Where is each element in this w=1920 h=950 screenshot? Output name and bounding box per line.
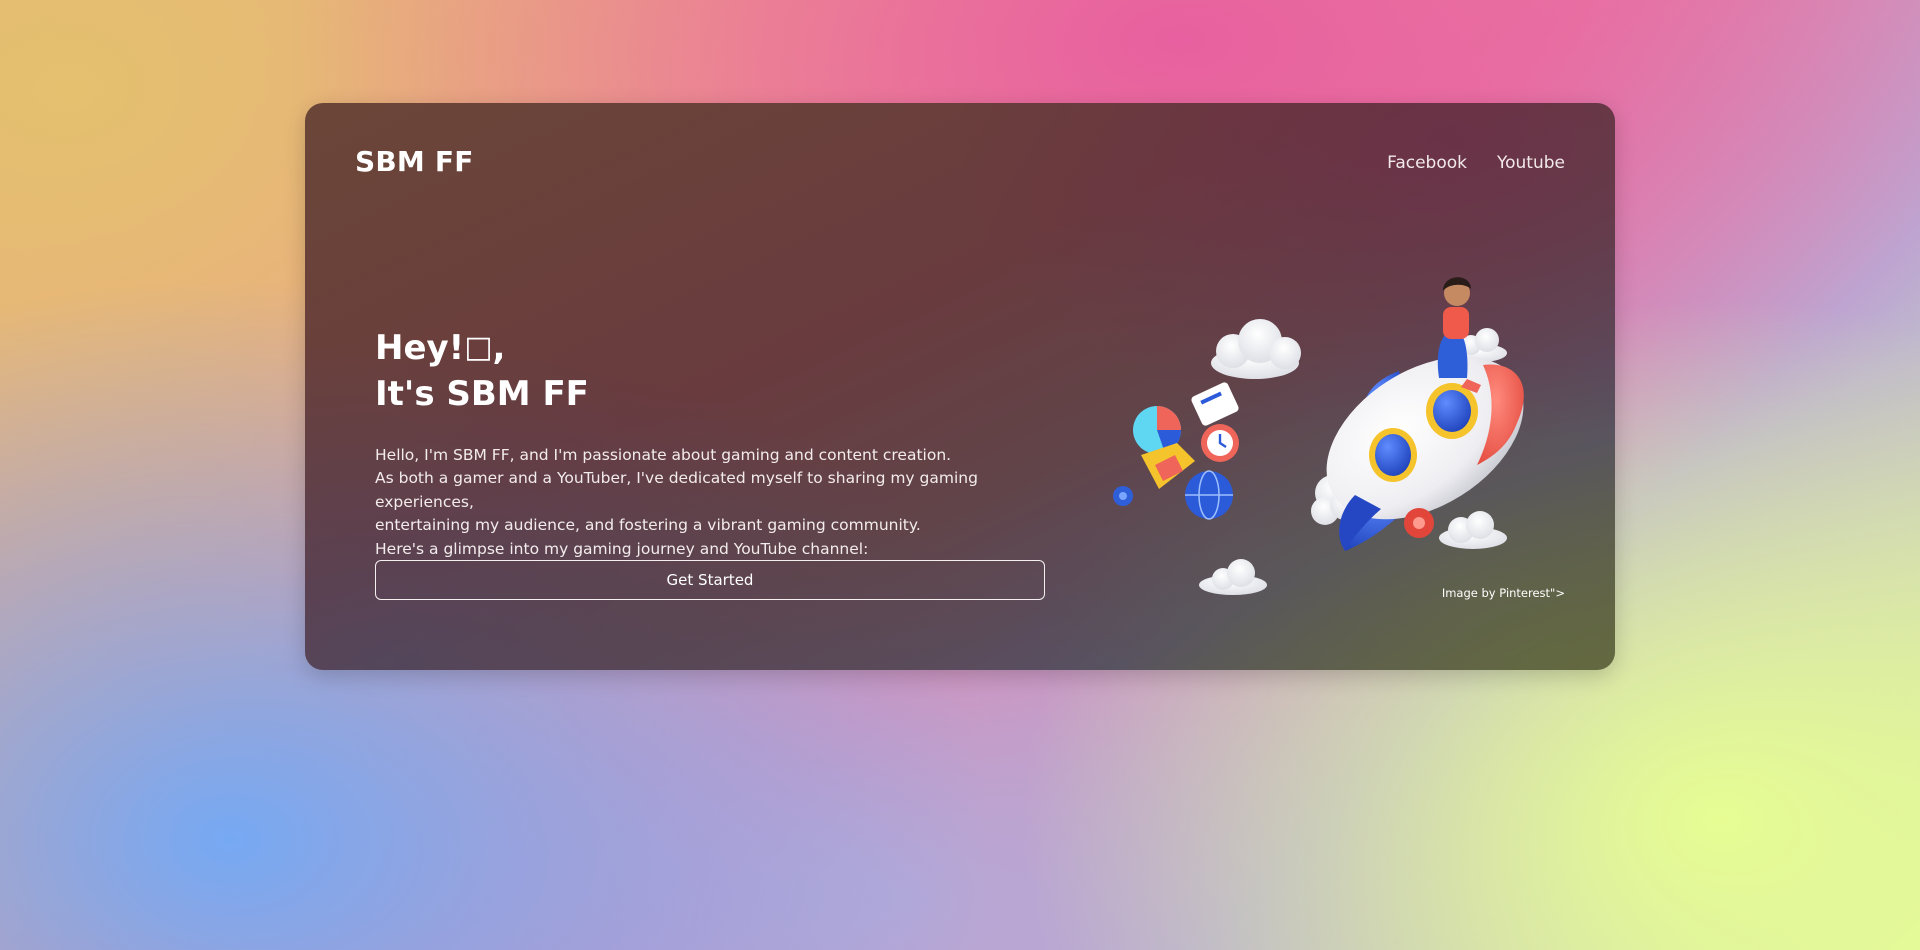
hero-description-line: Hello, I'm SBM FF, and I'm passionate ab… — [375, 446, 952, 464]
emoji-glyph: □ — [464, 330, 493, 365]
hero-title: Hey!□, It's SBM FF — [375, 326, 1045, 416]
cloud-icon — [1211, 319, 1301, 379]
nav-link-facebook[interactable]: Facebook — [1387, 153, 1467, 173]
hero-description-line: entertaining my audience, and fostering … — [375, 516, 921, 535]
hero-text: Hey!□, It's SBM FF Hello, I'm SBM FF, an… — [375, 326, 1045, 561]
hero-card: SBM FF Facebook Youtube Hey!□, It's SBM … — [305, 103, 1615, 670]
hero-title-line1: Hey!□, — [375, 326, 1045, 372]
hero-description-line: As both a gamer and a YouTuber, I've ded… — [375, 469, 978, 511]
gear-icon — [1404, 508, 1434, 538]
hero-title-line2: It's SBM FF — [375, 374, 589, 414]
main-nav: Facebook Youtube — [1387, 153, 1565, 173]
hero-comma: , — [492, 328, 506, 368]
cloud-icon — [1439, 511, 1507, 549]
rocket-illustration — [1113, 277, 1524, 595]
hero-greeting: Hey! — [375, 328, 465, 368]
document-chart-icon — [1191, 382, 1239, 426]
site-logo[interactable]: SBM FF — [355, 145, 474, 178]
cloud-icon — [1199, 559, 1267, 595]
get-started-button[interactable]: Get Started — [375, 560, 1045, 600]
clock-icon — [1201, 424, 1239, 462]
nav-link-youtube[interactable]: Youtube — [1497, 153, 1565, 173]
gear-icon — [1113, 486, 1133, 506]
hero-description-line: Here's a glimpse into my gaming journey … — [375, 539, 869, 558]
image-credit: Image by Pinterest"> — [1441, 586, 1565, 600]
globe-icon — [1185, 470, 1233, 520]
hero-description: Hello, I'm SBM FF, and I'm passionate ab… — [375, 444, 1045, 561]
